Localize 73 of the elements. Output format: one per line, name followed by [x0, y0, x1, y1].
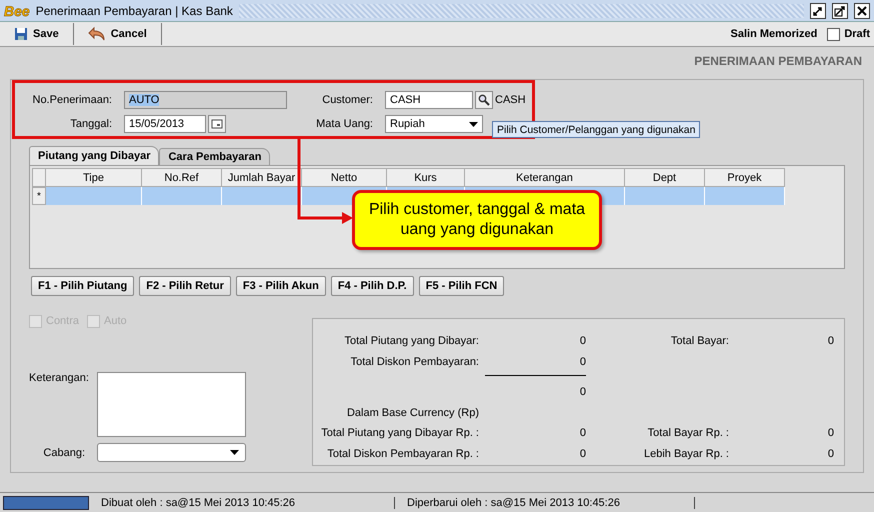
draft-label: Draft — [844, 28, 870, 40]
table-cell[interactable] — [705, 187, 785, 205]
salin-memorized-label[interactable]: Salin Memorized — [730, 28, 818, 40]
tab[interactable]: Piutang yang Dibayar — [29, 146, 160, 165]
action-button[interactable]: F3 - Pilih Akun — [236, 276, 326, 296]
date-field[interactable]: 15/05/2013 — [124, 115, 206, 133]
column-header[interactable]: Proyek — [705, 168, 785, 187]
action-button[interactable]: F1 - Pilih Piutang — [31, 276, 134, 296]
summary-value: 0 — [826, 448, 834, 460]
close-icon[interactable] — [854, 2, 870, 18]
customer-name: CASH — [495, 94, 526, 106]
summary-caption: Dalam Base Currency (Rp) — [346, 406, 479, 419]
table-cell[interactable] — [46, 187, 142, 205]
calendar-icon — [211, 119, 223, 129]
app-logo: Bee — [4, 2, 30, 18]
branch-dropdown[interactable] — [97, 443, 246, 462]
search-icon — [478, 94, 490, 106]
window-title: Penerimaan Pembayaran | Kas Bank — [36, 4, 233, 18]
summary-value: 0 — [578, 448, 586, 460]
field-label: Cabang: — [42, 446, 86, 458]
form-heading: PENERIMAAN PEMBAYARAN — [694, 54, 862, 68]
save-button[interactable]: Save — [4, 23, 69, 45]
cancel-button[interactable]: Cancel — [78, 23, 157, 45]
action-button[interactable]: F4 - Pilih D.P. — [330, 276, 414, 296]
summary-label: Total Piutang yang Dibayar Rp. : — [320, 427, 479, 440]
column-header[interactable]: Netto — [302, 168, 387, 187]
field-label: Keterangan: — [29, 372, 90, 386]
field-label: Tanggal: — [69, 118, 113, 130]
summary-label: Total Diskon Pembayaran Rp. : — [326, 448, 479, 460]
action-button[interactable]: F2 - Pilih Retur — [139, 276, 231, 296]
summary-label: Total Bayar Rp. : — [646, 427, 729, 440]
caret-icon — [469, 122, 478, 126]
summary-label: Total Bayar: — [670, 335, 729, 348]
summary-value: 0 — [826, 427, 834, 440]
column-header[interactable]: No.Ref — [142, 168, 222, 187]
table-cell[interactable] — [222, 187, 302, 205]
summary-label: Total Piutang yang Dibayar: — [343, 335, 479, 348]
column-header[interactable]: Tipe — [46, 168, 142, 187]
number-field[interactable]: AUTO — [124, 91, 287, 109]
draft-checkbox[interactable] — [827, 28, 840, 40]
calendar-button[interactable] — [208, 115, 226, 133]
tooltip: Pilih Customer/Pelanggan yang digunakan — [492, 121, 700, 138]
column-header[interactable]: Kurs — [387, 168, 465, 187]
column-header[interactable]: Keterangan — [465, 168, 625, 187]
summary-value: 0 — [578, 427, 586, 440]
caret-icon — [230, 450, 239, 455]
field-label: Customer: — [321, 94, 374, 106]
field-label: Mata Uang: — [315, 118, 374, 130]
undo-arrow-icon — [88, 26, 106, 42]
customer-field[interactable]: CASH — [385, 91, 473, 109]
table-cell[interactable] — [625, 187, 705, 205]
table-cell[interactable] — [142, 187, 222, 205]
status-text: Diperbarui oleh : sa@15 Mei 2013 10:45:26 — [395, 496, 695, 508]
summary-label: Lebih Bayar Rp. : — [643, 448, 729, 460]
notes-textarea[interactable] — [97, 372, 246, 437]
maximize-icon[interactable] — [832, 2, 848, 18]
field-label: No.Penerimaan: — [32, 94, 113, 106]
action-button[interactable]: F5 - Pilih FCN — [418, 276, 504, 296]
currency-dropdown[interactable]: Rupiah — [385, 115, 483, 133]
callout-tooltip: Pilih customer, tanggal & mata uang yang digunakan — [352, 190, 602, 250]
summary-value: 0 — [578, 356, 586, 368]
corner-cell — [32, 168, 46, 187]
column-header[interactable]: Jumlah Bayar — [222, 168, 302, 187]
search-button[interactable] — [475, 91, 493, 109]
restore-icon[interactable] — [810, 2, 826, 18]
column-header[interactable]: Dept — [625, 168, 705, 187]
row-marker: * — [32, 187, 46, 205]
summary-value: 0 — [578, 335, 586, 348]
tab[interactable]: Cara Pembayaran — [159, 148, 270, 165]
summary-value: 0 — [578, 386, 586, 398]
summary-label: Total Diskon Pembayaran: — [350, 356, 479, 368]
summary-value: 0 — [826, 335, 834, 348]
status-text: Dibuat oleh : sa@15 Mei 2013 10:45:26 — [89, 496, 395, 508]
